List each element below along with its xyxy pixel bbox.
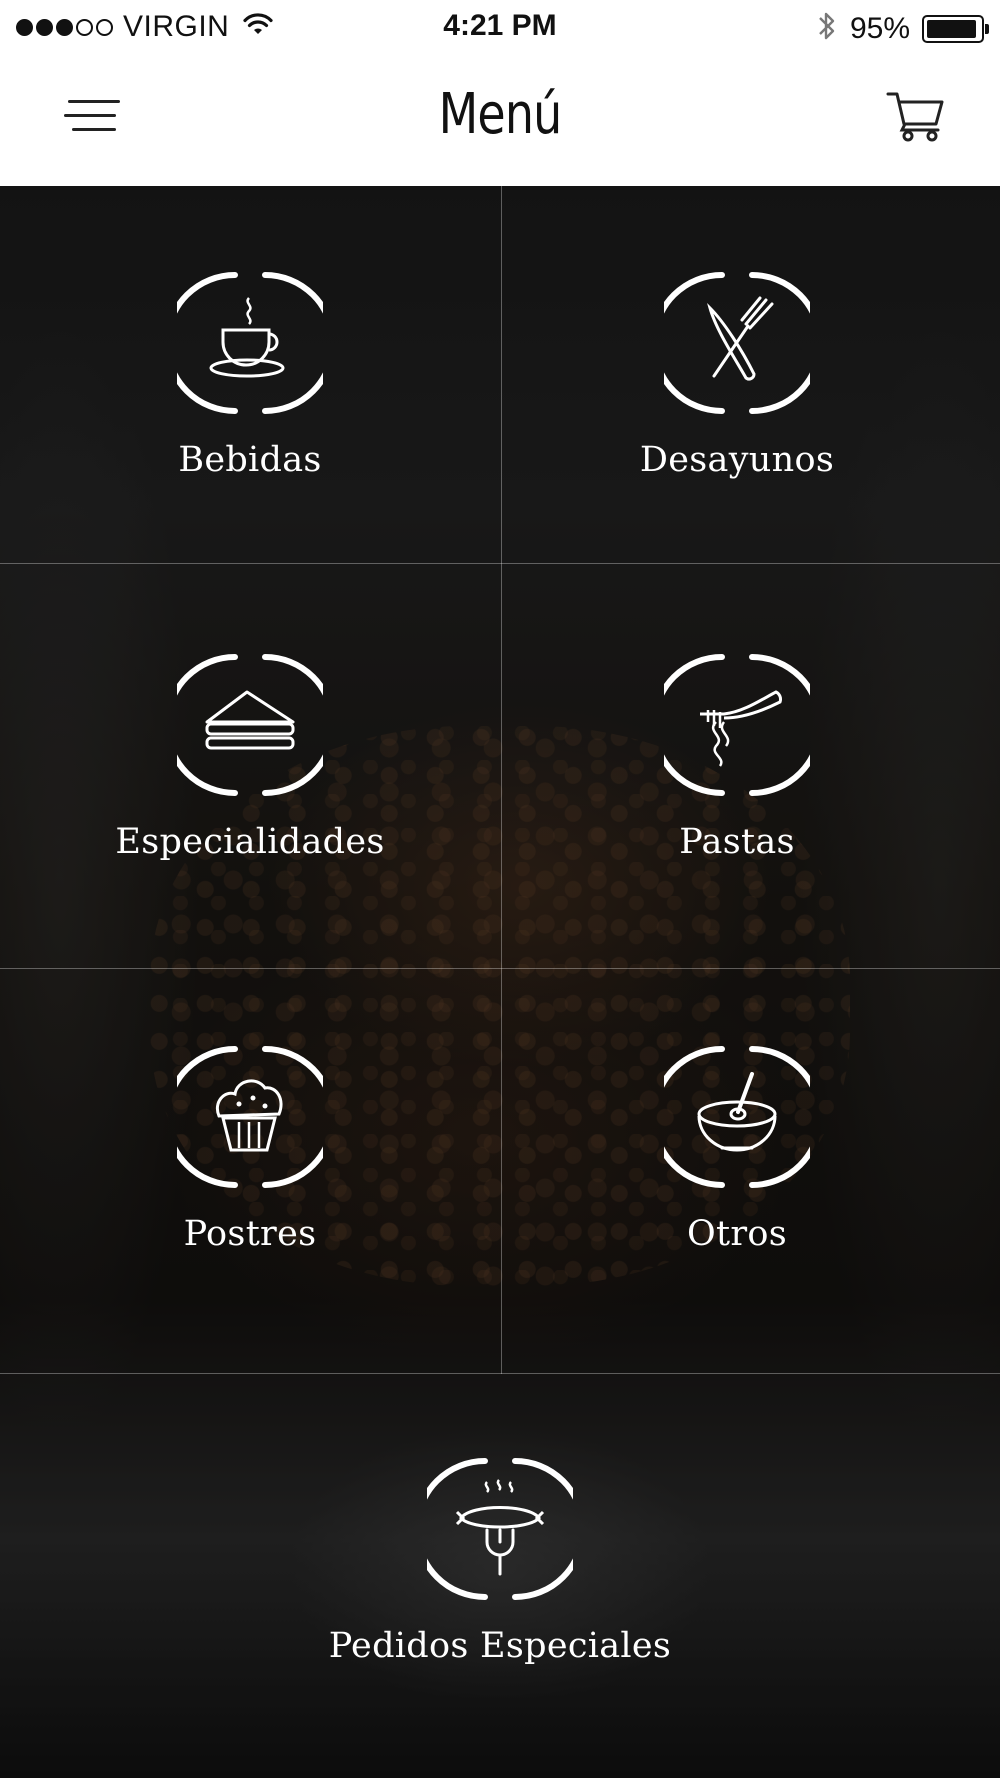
category-label: Pedidos Especiales [328,1626,672,1666]
category-bebidas[interactable]: Bebidas [50,270,450,480]
category-label: Otros [686,1214,788,1254]
bowl-icon [664,1046,810,1188]
grid-divider [501,186,502,1374]
category-label: Bebidas [178,440,322,480]
category-pedidos-especiales[interactable]: Pedidos Especiales [250,1456,750,1666]
battery-icon [922,14,989,43]
category-especialidades[interactable]: Especialidades [50,652,450,862]
sausage-grill-icon [427,1458,573,1600]
category-otros[interactable]: Otros [537,1044,937,1254]
battery-percent: 95% [849,11,910,45]
status-bar: VIRGIN 4:21 PM 95% [0,0,1000,54]
sandwich-icon [177,654,323,796]
category-label: Pastas [679,822,795,862]
category-postres[interactable]: Postres [50,1044,450,1254]
category-label: Desayunos [639,440,835,480]
grid-divider [0,563,1000,564]
page-title: Menú [438,82,563,147]
category-pastas[interactable]: Pastas [537,652,937,862]
category-desayunos[interactable]: Desayunos [537,270,937,480]
grid-divider [0,1373,1000,1374]
nav-bar: Menú [0,54,1000,186]
bluetooth-icon [816,9,838,48]
status-right: 95% [816,9,989,48]
category-label: Especialidades [115,822,385,862]
category-grid: Bebidas Desayunos Especialidades Pastas … [0,186,1000,1778]
pasta-icon [664,654,810,796]
fork-knife-icon [664,272,810,414]
muffin-icon [177,1046,323,1188]
category-label: Postres [183,1214,317,1254]
cart-icon[interactable] [886,90,946,142]
grid-divider [0,968,1000,969]
coffee-cup-icon [177,272,323,414]
